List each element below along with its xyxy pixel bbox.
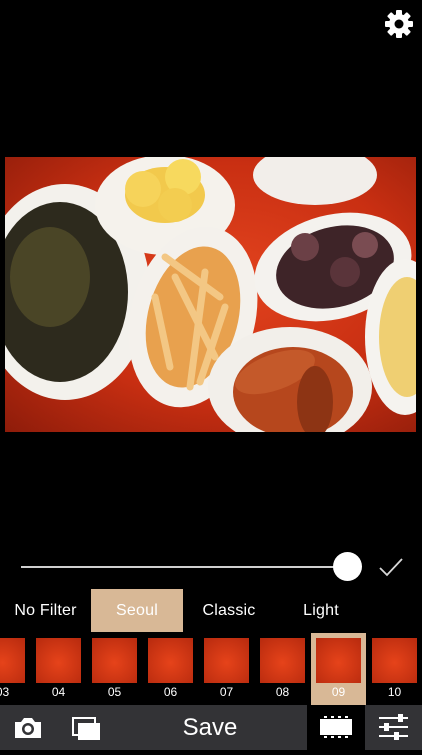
thumbnail-label: 03 — [0, 685, 10, 699]
filter-thumbnail-strip[interactable]: 03 04 05 06 07 08 09 10 — [0, 633, 422, 705]
settings-button[interactable] — [383, 8, 415, 40]
confirm-button[interactable] — [378, 556, 404, 578]
thumbnail-label: 07 — [219, 685, 234, 699]
sliders-icon — [379, 714, 408, 740]
thumbnail-image — [204, 638, 249, 683]
filter-thumbnail[interactable]: 10 — [370, 633, 422, 705]
film-strip-icon — [320, 715, 352, 739]
filter-thumbnail[interactable]: 07 — [202, 633, 258, 705]
filter-tab-classic[interactable]: Classic — [183, 589, 275, 632]
filter-thumbnail-selected[interactable]: 09 — [311, 633, 370, 705]
food-photo — [5, 157, 416, 432]
filter-tab-light[interactable]: Light — [275, 589, 367, 632]
filter-thumbnail[interactable]: 05 — [90, 633, 146, 705]
photo-preview — [5, 157, 416, 432]
gallery-button[interactable] — [68, 710, 104, 746]
thumbnail-label: 06 — [163, 685, 178, 699]
camera-icon — [15, 718, 41, 738]
checkmark-icon — [379, 558, 403, 577]
filters-tool-button[interactable] — [307, 705, 365, 750]
thumbnail-image — [36, 638, 81, 683]
thumbnail-label: 08 — [275, 685, 290, 699]
thumbnail-image — [260, 638, 305, 683]
filter-thumbnail[interactable]: 08 — [258, 633, 314, 705]
intensity-slider-thumb[interactable] — [333, 552, 362, 581]
thumbnail-label: 04 — [51, 685, 66, 699]
adjust-tool-button[interactable] — [365, 705, 422, 750]
thumbnail-image — [148, 638, 193, 683]
gear-icon — [385, 10, 413, 38]
filter-tab-no-filter[interactable]: No Filter — [0, 589, 91, 632]
thumbnail-image — [92, 638, 137, 683]
filter-thumbnail[interactable]: 06 — [146, 633, 202, 705]
filter-thumbnail[interactable]: 03 — [0, 633, 34, 705]
thumbnail-image — [316, 638, 361, 683]
save-button[interactable]: Save — [160, 705, 260, 750]
filter-tab-seoul[interactable]: Seoul — [91, 589, 183, 632]
thumbnail-label: 10 — [387, 685, 402, 699]
gallery-icon — [72, 717, 100, 740]
filter-thumbnail[interactable]: 04 — [34, 633, 90, 705]
intensity-slider-track[interactable] — [21, 566, 347, 568]
thumbnail-label: 05 — [107, 685, 122, 699]
thumbnail-image — [372, 638, 417, 683]
camera-button[interactable] — [10, 710, 46, 746]
thumbnail-label: 09 — [331, 685, 346, 699]
thumbnail-image — [0, 638, 25, 683]
